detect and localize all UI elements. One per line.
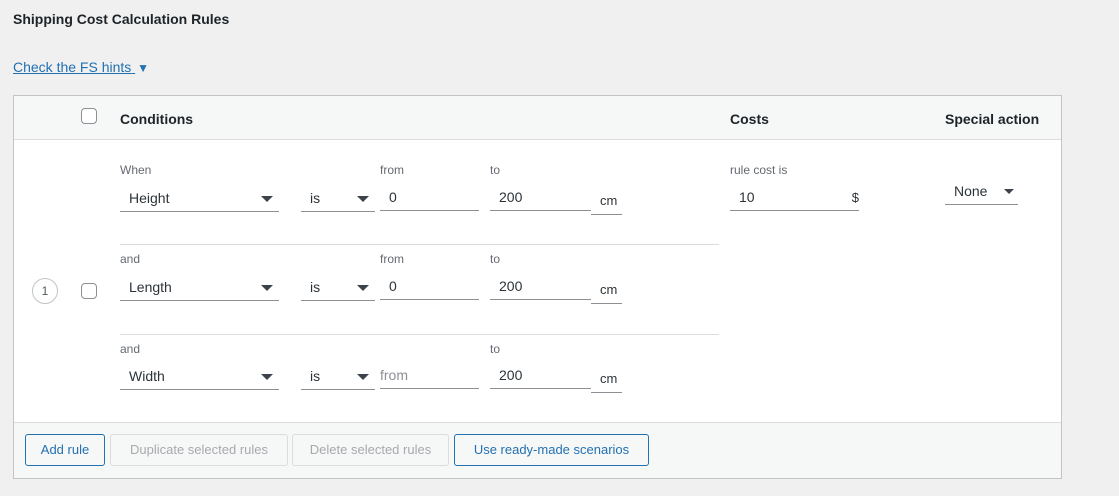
from-label: from [380, 163, 404, 177]
page-title: Shipping Cost Calculation Rules [13, 11, 230, 27]
to-label: to [490, 252, 501, 266]
header-costs: Costs [730, 111, 769, 127]
unit-value: cm [600, 282, 618, 297]
condition-operator-select[interactable]: is [301, 364, 375, 390]
select-all-checkbox[interactable] [81, 108, 97, 124]
triangle-down-icon: ▼ [137, 61, 150, 75]
to-label: to [490, 163, 501, 177]
fs-hints-link-label: Check the FS hints [13, 59, 132, 75]
unit-label: cm [591, 367, 622, 393]
condition-operator-value: is [310, 368, 321, 384]
from-input[interactable]: from [380, 363, 479, 389]
chevron-down-icon [261, 196, 273, 202]
rule-select-checkbox[interactable] [81, 283, 97, 299]
duplicate-selected-rules-button[interactable]: Duplicate selected rules [110, 434, 288, 466]
to-input-value: 200 [499, 189, 523, 205]
condition-prefix: and [120, 342, 141, 356]
special-action-select[interactable]: None [945, 179, 1018, 205]
chevron-down-icon [261, 285, 273, 291]
from-label: from [380, 252, 404, 266]
currency-symbol: $ [851, 190, 859, 205]
table-footer: Add rule Duplicate selected rules Delete… [14, 422, 1061, 478]
condition-prefix: When [120, 163, 152, 177]
chevron-down-icon [357, 374, 369, 380]
from-input-placeholder: from [380, 367, 408, 383]
condition-divider [120, 244, 719, 245]
chevron-down-icon [357, 285, 369, 291]
from-input[interactable]: 0 [380, 274, 479, 300]
condition-operator-select[interactable]: is [301, 186, 375, 212]
to-input-value: 200 [499, 367, 523, 383]
unit-value: cm [600, 371, 618, 386]
add-rule-button[interactable]: Add rule [25, 434, 105, 466]
header-conditions: Conditions [120, 111, 194, 127]
chevron-down-icon [261, 374, 273, 380]
condition-prefix: and [120, 252, 141, 266]
header-special-action: Special action [945, 111, 1040, 127]
from-input-value: 0 [389, 278, 397, 294]
to-input[interactable]: 200 [490, 185, 591, 211]
condition-operator-value: is [310, 279, 321, 295]
rules-table: Conditions Costs Special action 1 When f… [13, 95, 1062, 479]
cost-input-value: 10 [739, 189, 755, 205]
use-ready-made-scenarios-button[interactable]: Use ready-made scenarios [454, 434, 649, 466]
condition-field-value: Width [129, 368, 165, 384]
to-input[interactable]: 200 [490, 274, 591, 300]
condition-field-select[interactable]: Width [120, 364, 279, 390]
chevron-down-icon [1004, 189, 1014, 194]
unit-value: cm [600, 193, 618, 208]
cost-input[interactable]: 10 $ [730, 185, 859, 211]
delete-selected-rules-button[interactable]: Delete selected rules [292, 434, 449, 466]
chevron-down-icon [357, 196, 369, 202]
condition-field-select[interactable]: Height [120, 186, 279, 212]
to-label: to [490, 342, 501, 356]
condition-field-select[interactable]: Length [120, 275, 279, 301]
table-header: Conditions Costs Special action [14, 96, 1061, 140]
to-input-value: 200 [499, 278, 523, 294]
condition-operator-select[interactable]: is [301, 275, 375, 301]
rule-number-badge: 1 [32, 278, 58, 304]
condition-field-value: Length [129, 279, 172, 295]
condition-operator-value: is [310, 190, 321, 206]
condition-divider [120, 334, 719, 335]
cost-label: rule cost is [730, 163, 788, 177]
unit-label: cm [591, 278, 622, 304]
from-input-value: 0 [389, 189, 397, 205]
fs-hints-link[interactable]: Check the FS hints ▼ [13, 59, 149, 75]
from-input[interactable]: 0 [380, 185, 479, 211]
special-action-value: None [954, 183, 988, 199]
unit-label: cm [591, 189, 622, 215]
to-input[interactable]: 200 [490, 363, 591, 389]
condition-field-value: Height [129, 190, 170, 206]
